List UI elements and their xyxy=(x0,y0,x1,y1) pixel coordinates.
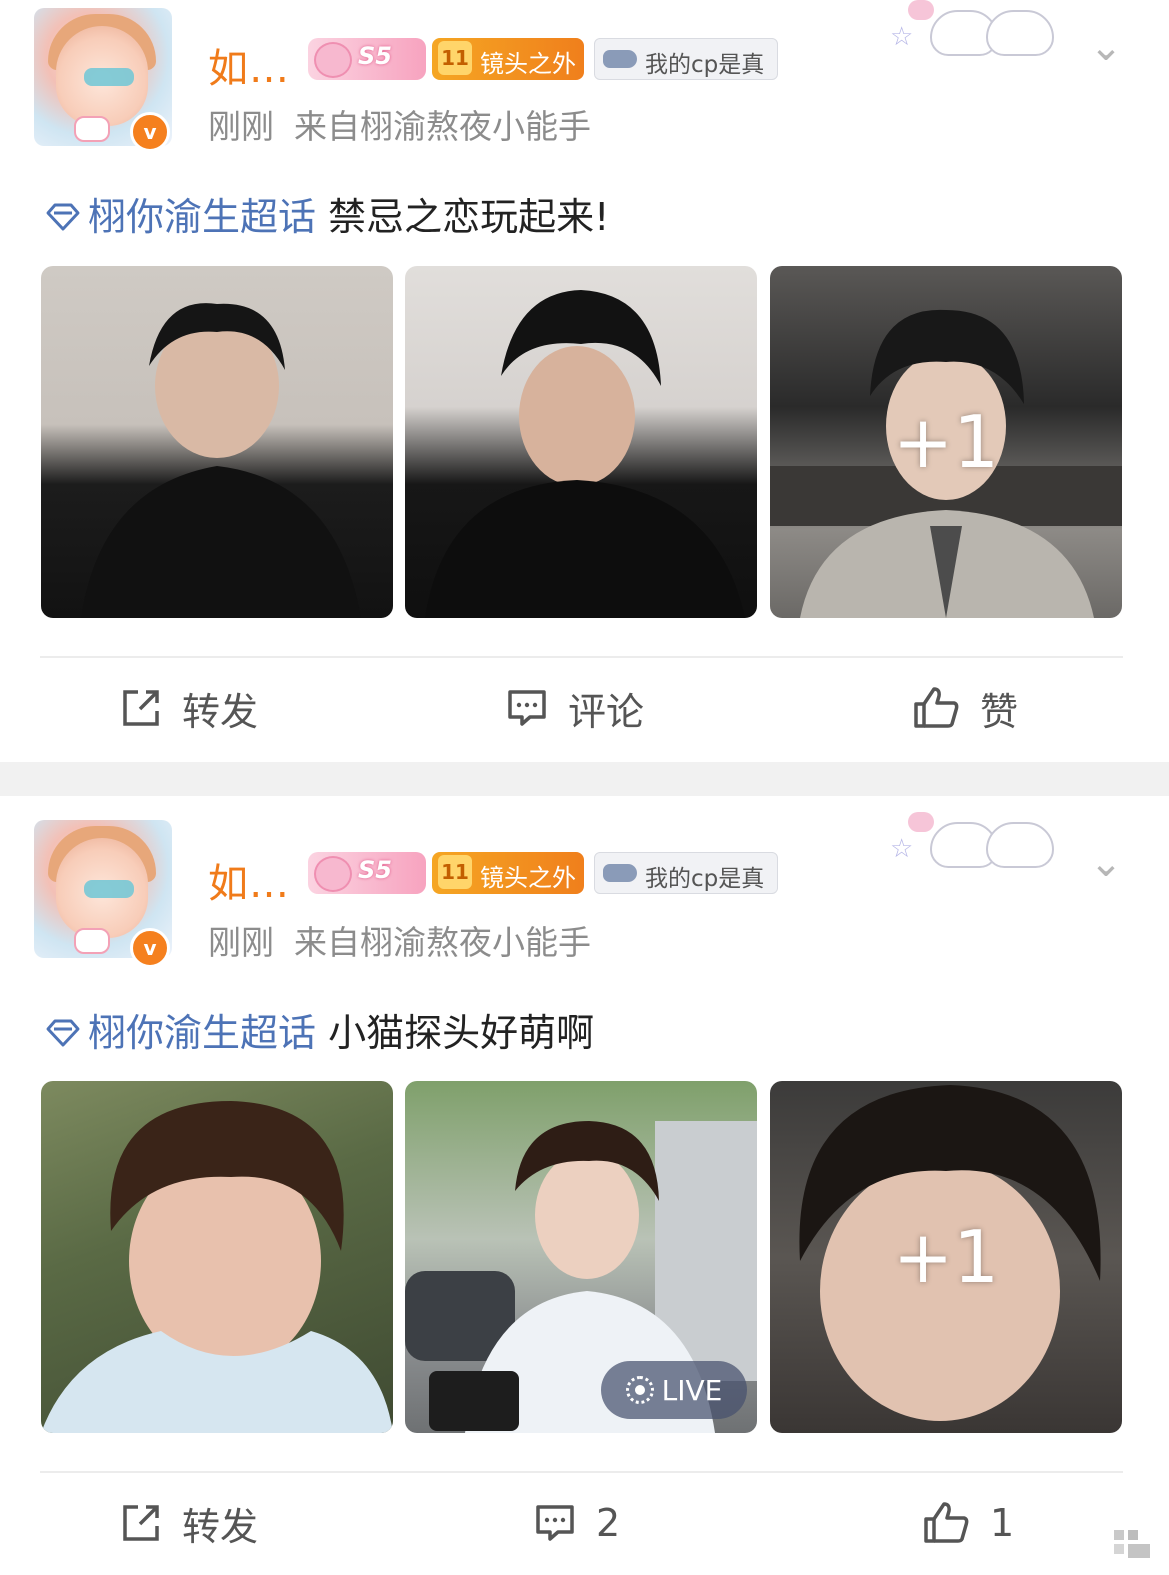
post-content: 栩你渝生超话 小猫探头好萌啊 xyxy=(44,1002,594,1057)
fan-group-badge[interactable]: 我的cp是真 xyxy=(594,852,778,894)
photo-person xyxy=(81,303,361,618)
more-images-overlay: +1 xyxy=(892,400,1000,484)
post-source[interactable]: 来自栩渝熬夜小能手 xyxy=(294,923,591,962)
member-badge[interactable]: S5 xyxy=(308,38,426,80)
repost-label: 转发 xyxy=(182,689,259,734)
comment-button[interactable]: 2 xyxy=(534,1493,620,1553)
diamond-topic-icon xyxy=(46,1019,80,1047)
fan-group-badge[interactable]: 我的cp是真 xyxy=(594,38,778,80)
post-image-2[interactable] xyxy=(405,266,757,618)
more-images-overlay: +1 xyxy=(892,1215,1000,1299)
like-icon xyxy=(924,1502,969,1543)
card-decoration: ☆ xyxy=(890,0,1060,60)
like-count: 1 xyxy=(990,1501,1015,1545)
username[interactable]: 如… xyxy=(208,851,290,909)
comment-icon xyxy=(508,690,546,726)
post-image-1[interactable] xyxy=(41,266,393,618)
comment-label: 评论 xyxy=(568,689,645,734)
post-image-3[interactable]: +1 xyxy=(770,266,1122,618)
card-decoration: ☆ xyxy=(890,812,1060,872)
diamond-topic-icon xyxy=(46,203,80,231)
username[interactable]: 如… xyxy=(208,36,290,94)
more-chevron-icon[interactable]: ⌄ xyxy=(1086,840,1126,886)
comment-button[interactable]: 评论 xyxy=(506,678,644,738)
divider xyxy=(40,1471,1123,1473)
repost-icon xyxy=(123,1505,159,1541)
like-button[interactable]: 1 xyxy=(922,1493,1014,1553)
verified-v-icon: v xyxy=(130,928,170,968)
topic-link[interactable]: 栩你渝生超话 xyxy=(88,1011,316,1055)
comment-icon xyxy=(536,1505,574,1541)
post-meta: 刚刚 来自栩渝熬夜小能手 xyxy=(208,100,591,148)
comment-count: 2 xyxy=(596,1501,621,1545)
pig-icon xyxy=(314,856,352,892)
feed-post-2: v 如… S5 11 镜头之外 我的cp是真 刚刚 来自栩渝熬夜小能手 ☆ ⌄ 栩… xyxy=(0,796,1169,1575)
feed-separator xyxy=(0,762,1169,796)
verified-v-icon: v xyxy=(130,112,170,152)
post-time: 刚刚 xyxy=(208,107,274,146)
post-source[interactable]: 来自栩渝熬夜小能手 xyxy=(294,107,591,146)
post-text: 禁忌之恋玩起来! xyxy=(316,195,610,239)
post-image-2[interactable]: LIVE xyxy=(405,1081,757,1433)
post-time: 刚刚 xyxy=(208,923,274,962)
repost-label: 转发 xyxy=(182,1504,259,1549)
divider xyxy=(40,656,1123,658)
post-content: 栩你渝生超话 禁忌之恋玩起来! xyxy=(44,186,609,241)
like-icon xyxy=(914,687,959,728)
pig-icon xyxy=(314,42,352,78)
photo-person xyxy=(41,1101,393,1433)
member-badge[interactable]: S5 xyxy=(308,852,426,894)
post-image-1[interactable] xyxy=(41,1081,393,1433)
post-image-3[interactable]: +1 xyxy=(770,1081,1122,1433)
topic-link[interactable]: 栩你渝生超话 xyxy=(88,195,316,239)
like-label: 赞 xyxy=(980,689,1019,734)
repost-button[interactable]: 转发 xyxy=(120,678,258,738)
fish-icon xyxy=(603,50,637,68)
like-button[interactable]: 赞 xyxy=(912,678,1018,738)
repost-icon xyxy=(123,690,159,726)
fan-level-badge[interactable]: 11 镜头之外 xyxy=(432,852,584,894)
fan-level-badge[interactable]: 11 镜头之外 xyxy=(432,38,584,80)
fish-icon xyxy=(603,864,637,882)
live-photo-badge[interactable]: LIVE xyxy=(601,1361,747,1419)
photo-person xyxy=(425,290,745,618)
watermark-icon xyxy=(1114,1530,1150,1558)
repost-button[interactable]: 转发 xyxy=(120,1493,258,1553)
feed-post-1: v 如… S5 11 镜头之外 我的cp是真 刚刚 来自栩渝熬夜小能手 ☆ ⌄ 栩… xyxy=(0,0,1169,762)
post-meta: 刚刚 来自栩渝熬夜小能手 xyxy=(208,916,591,964)
more-chevron-icon[interactable]: ⌄ xyxy=(1086,24,1126,70)
live-photo-icon xyxy=(625,1376,654,1404)
post-text: 小猫探头好萌啊 xyxy=(316,1011,595,1055)
